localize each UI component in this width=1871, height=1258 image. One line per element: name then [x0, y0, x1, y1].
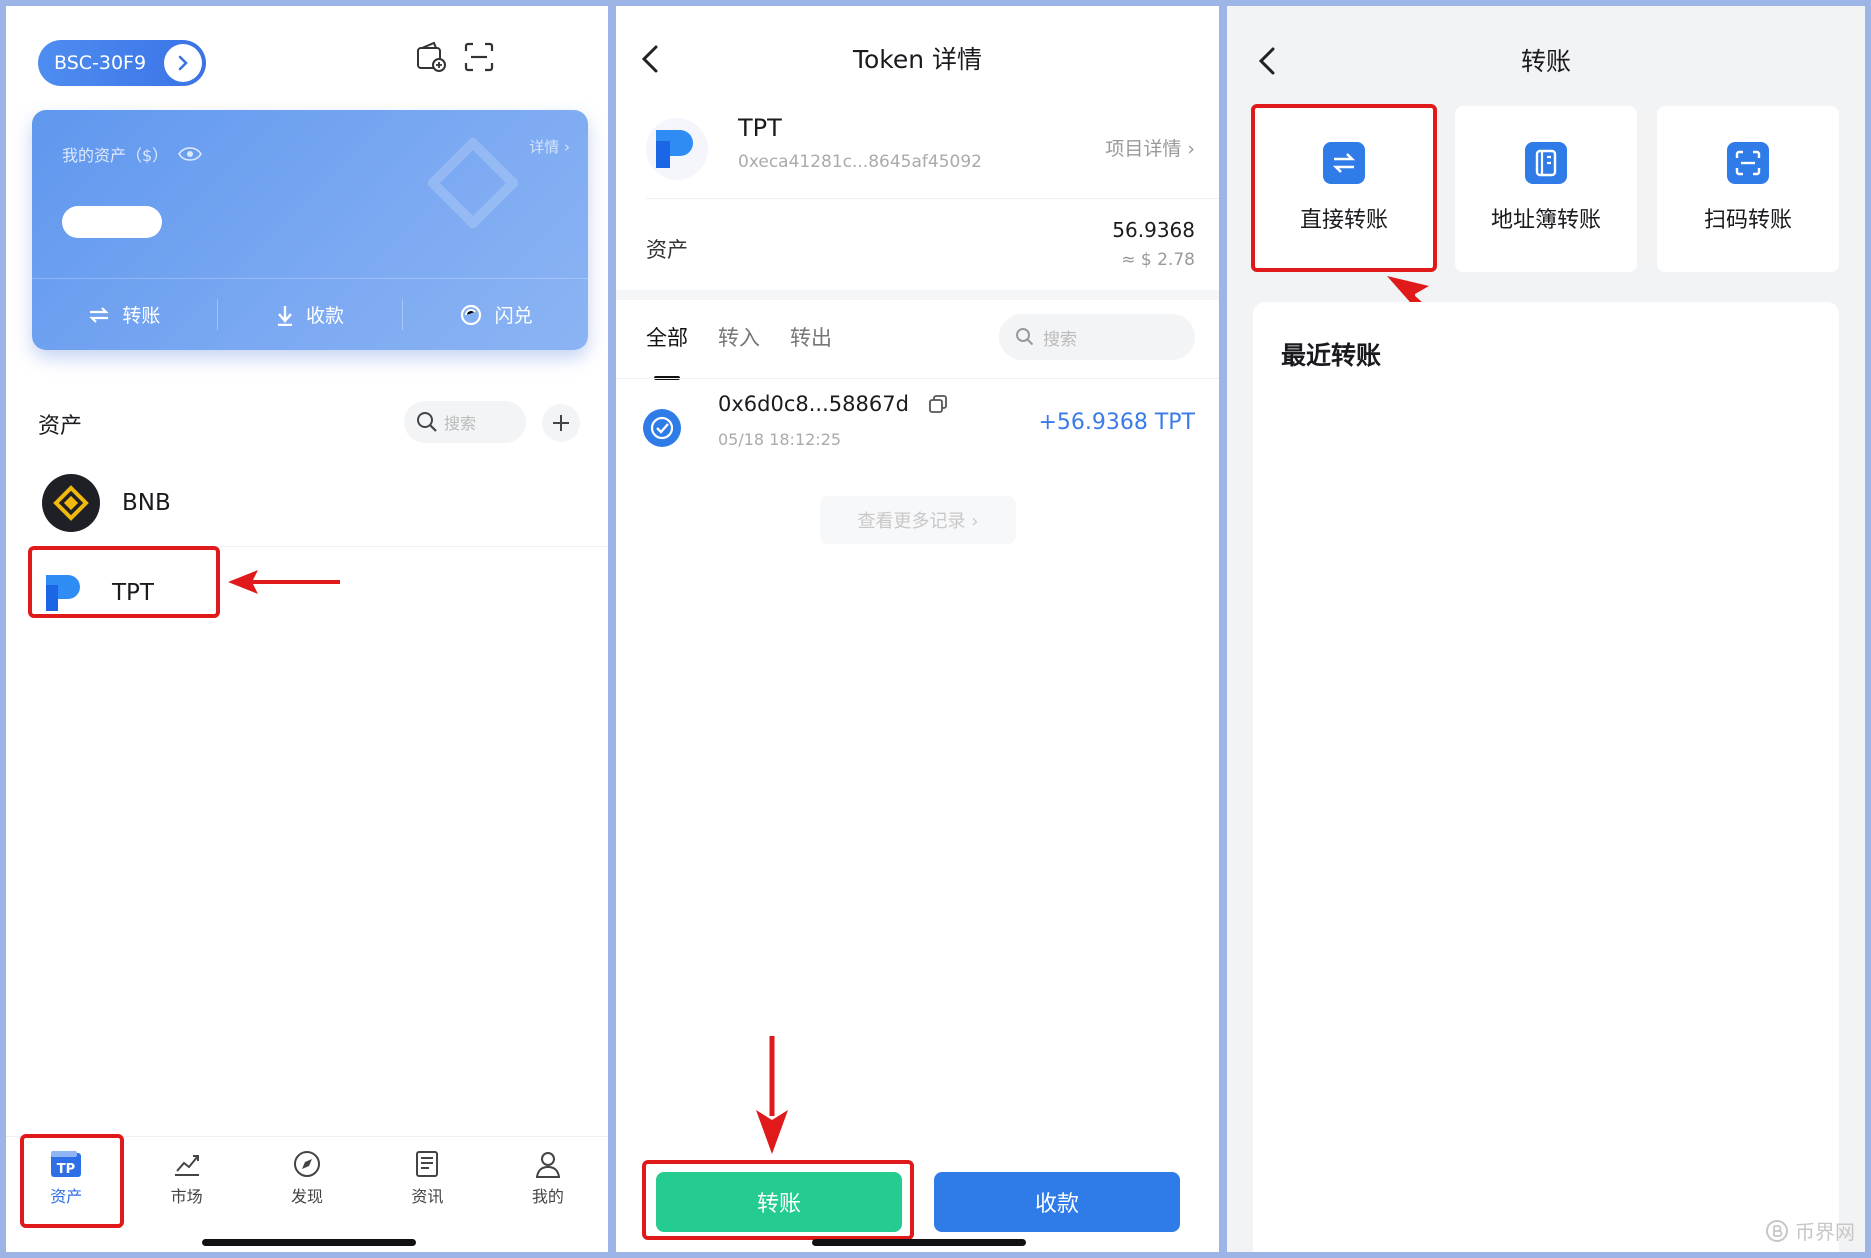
card-swap-button[interactable]: 闪兑 — [403, 279, 588, 350]
nav-label: 发现 — [291, 1187, 324, 1206]
flash-swap-icon — [460, 304, 481, 325]
nav-me[interactable]: 我的 — [488, 1137, 608, 1226]
tpt-logo-icon — [646, 118, 708, 180]
tx-amount: +56.9368 TPT — [1038, 410, 1195, 435]
scan-icon[interactable] — [462, 40, 496, 74]
copy-icon[interactable] — [929, 395, 947, 413]
red-arrow-left-icon — [228, 570, 340, 594]
bnb-watermark-icon — [428, 138, 518, 228]
tx-row[interactable]: 0x6d0c8...58867d 05/18 18:12:25 +56.9368… — [642, 388, 1195, 468]
highlight-box — [642, 1160, 914, 1240]
project-detail-link[interactable]: 项目详情 › — [1105, 134, 1195, 161]
transfer-screen: 转账 直接转账 地址簿转账 扫码转账 最近转账 币界网 — [1227, 6, 1865, 1252]
network-name: BSC-30F9 — [54, 52, 147, 74]
asset-label: 资产 — [646, 238, 688, 262]
red-arrow-down-icon — [754, 1036, 790, 1154]
recent-transfers-card: 最近转账 — [1253, 302, 1839, 1252]
token-balance-row: 资产 56.9368 ≈ $ 2.78 — [646, 210, 1195, 292]
token-name: BNB — [122, 490, 171, 516]
option-label: 扫码转账 — [1703, 208, 1792, 233]
highlight-box — [20, 1134, 124, 1228]
asset-detail-link[interactable]: 详情 › — [529, 136, 570, 157]
tx-filter-tabs: 全部 转入 转出 — [646, 322, 832, 380]
chevron-right-icon — [164, 44, 202, 82]
add-token-button[interactable] — [542, 404, 580, 442]
nav-news[interactable]: 资讯 — [367, 1137, 487, 1226]
token-name: TPT — [738, 114, 782, 142]
tab-out[interactable]: 转出 — [790, 322, 832, 352]
nav-discover[interactable]: 发现 — [247, 1137, 367, 1226]
balance-hidden-mask — [62, 206, 162, 238]
plus-icon — [553, 415, 569, 431]
nav-label: 资讯 — [411, 1187, 444, 1206]
page-title: Token 详情 — [852, 45, 983, 74]
assets-section-title: 资产 — [38, 414, 83, 439]
page-title: 转账 — [1520, 47, 1571, 76]
home-indicator — [202, 1239, 416, 1246]
search-icon — [417, 412, 437, 432]
highlight-box — [1251, 104, 1437, 272]
tab-all[interactable]: 全部 — [646, 322, 688, 380]
token-balance-usd: ≈ $ 2.78 — [1121, 250, 1195, 270]
download-arrow-icon — [278, 305, 292, 326]
network-selector[interactable]: BSC-30F9 — [38, 40, 206, 86]
tx-success-icon — [642, 408, 682, 448]
tx-search-placeholder: 搜索 — [1043, 329, 1077, 350]
token-header: TPT 0xeca41281c...8645af45092 项目详情 › — [646, 108, 1195, 198]
eye-icon[interactable] — [178, 146, 203, 162]
token-row-bnb[interactable]: BNB — [42, 468, 171, 538]
token-balance: 56.9368 — [1112, 218, 1195, 242]
wallet-add-icon[interactable] — [414, 40, 448, 74]
coin-logo-icon — [1766, 1219, 1788, 1242]
home-indicator — [812, 1239, 1026, 1246]
receive-button[interactable]: 收款 — [934, 1172, 1180, 1232]
card-receive-button[interactable]: 收款 — [218, 279, 403, 350]
nav-label: 市场 — [170, 1187, 203, 1206]
nav-market[interactable]: 市场 — [126, 1137, 246, 1226]
tx-search-input[interactable]: 搜索 — [999, 314, 1195, 360]
news-icon — [416, 1151, 439, 1177]
card-swap-label: 闪兑 — [494, 305, 533, 327]
highlight-box — [28, 546, 220, 618]
swap-arrows-icon — [89, 306, 109, 323]
address-book-icon — [1525, 142, 1567, 184]
tx-time: 05/18 18:12:25 — [718, 430, 842, 449]
wallet-home-screen: BSC-30F9 我的资产（$） 详情 › 转账 收款 闪兑 资产 搜索 BNB… — [6, 6, 608, 1252]
asset-search-placeholder: 搜索 — [444, 414, 477, 433]
recent-transfers-title: 最近转账 — [1281, 341, 1382, 370]
view-more-records-button[interactable]: 查看更多记录 › — [820, 496, 1016, 544]
card-transfer-label: 转账 — [122, 305, 161, 327]
asset-summary-card: 我的资产（$） 详情 › 转账 收款 闪兑 — [32, 110, 588, 350]
compass-icon — [294, 1151, 321, 1177]
tx-address: 0x6d0c8...58867d — [718, 392, 909, 416]
token-contract-address: 0xeca41281c...8645af45092 — [738, 152, 982, 172]
user-icon — [535, 1152, 560, 1178]
search-icon — [1016, 328, 1034, 346]
card-transfer-button[interactable]: 转账 — [32, 279, 217, 350]
token-detail-screen: Token 详情 TPT 0xeca41281c...8645af45092 项… — [616, 6, 1219, 1252]
watermark-text: 币界网 — [1795, 1220, 1855, 1244]
scan-icon — [1727, 142, 1769, 184]
nav-label: 我的 — [531, 1187, 564, 1206]
bnb-logo-icon — [42, 474, 100, 532]
option-label: 地址簿转账 — [1490, 208, 1601, 233]
scan-transfer-option[interactable]: 扫码转账 — [1657, 106, 1839, 272]
site-watermark: 币界网 — [1765, 1216, 1855, 1245]
tab-in[interactable]: 转入 — [718, 322, 760, 352]
asset-card-label: 我的资产（$） — [62, 146, 169, 165]
card-receive-label: 收款 — [306, 305, 345, 327]
market-chart-icon — [174, 1155, 199, 1176]
asset-search-input[interactable]: 搜索 — [404, 401, 526, 443]
address-book-transfer-option[interactable]: 地址簿转账 — [1455, 106, 1637, 272]
